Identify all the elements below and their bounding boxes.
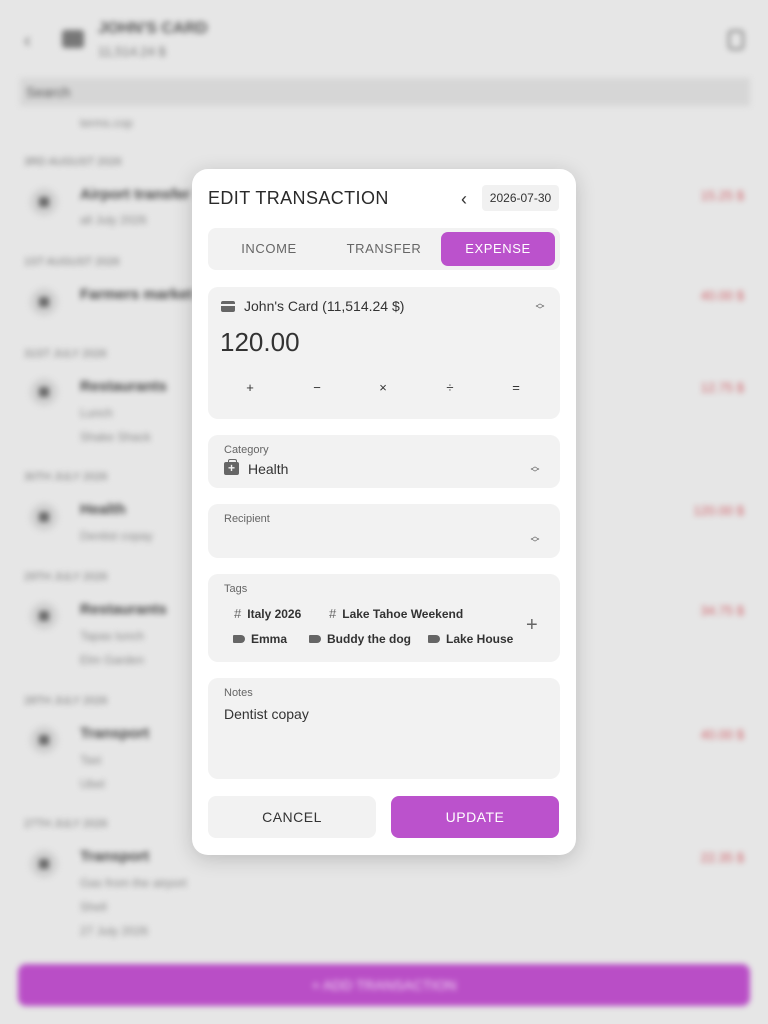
tag-name: Italy 2026 bbox=[247, 606, 302, 621]
equals-button[interactable]: = bbox=[496, 380, 536, 395]
category-icon bbox=[30, 726, 58, 754]
date-header: 27TH JULY 2026 bbox=[24, 818, 108, 830]
amount-section: John's Card (11,514.24 $) ︿ ﹀ 120.00 + − … bbox=[208, 287, 560, 419]
transaction-amount: 22.35 $ bbox=[700, 850, 744, 865]
amount-input[interactable]: 120.00 bbox=[220, 327, 300, 358]
transaction-detail: Dentist copay bbox=[80, 529, 153, 543]
tag-chip[interactable]: Buddy the dog bbox=[309, 632, 411, 646]
account-selector[interactable]: John's Card (11,514.24 $) bbox=[244, 298, 404, 314]
multiply-button[interactable]: × bbox=[363, 380, 403, 395]
account-balance: 11,514.24 $ bbox=[98, 44, 166, 59]
hashtag-icon: # bbox=[234, 606, 242, 621]
label-icon bbox=[233, 635, 245, 643]
expand-icon: ︿ ﹀ bbox=[530, 531, 540, 548]
transaction-detail: Elm Garden bbox=[80, 653, 145, 667]
tag-name: Lake Tahoe Weekend bbox=[342, 606, 464, 621]
tag-chip[interactable]: Emma bbox=[233, 632, 287, 646]
date-header: 28TH JULY 2026 bbox=[24, 695, 108, 707]
transaction-detail: 27 July 2026 bbox=[80, 924, 149, 938]
category-icon bbox=[30, 503, 58, 531]
transaction-detail: Gas from the airport bbox=[80, 876, 187, 890]
transaction-amount: 15.25 $ bbox=[700, 188, 744, 203]
credit-card-icon bbox=[221, 301, 235, 312]
notes-label: Notes bbox=[224, 687, 253, 699]
transaction-amount: 40.00 $ bbox=[700, 288, 744, 303]
transaction-type-selector: INCOME TRANSFER EXPENSE bbox=[208, 228, 560, 270]
date-header: 3RD AUGUST 2026 bbox=[24, 156, 122, 168]
transaction-detail: Shake Shack bbox=[80, 430, 151, 444]
date-picker[interactable]: 2026-07-30 bbox=[482, 185, 559, 211]
transaction-title[interactable]: Restaurants bbox=[80, 378, 167, 395]
transaction-title[interactable]: Farmers market bbox=[80, 286, 193, 303]
transaction-title[interactable]: Health bbox=[80, 501, 126, 518]
transaction-detail: Lunch bbox=[80, 406, 113, 420]
category-field[interactable]: Category Health ︿﹀ bbox=[208, 435, 560, 488]
category-icon bbox=[30, 378, 58, 406]
transaction-amount: 34.75 $ bbox=[700, 603, 744, 618]
date-header: 30TH JULY 2026 bbox=[24, 471, 108, 483]
label-icon bbox=[428, 635, 440, 643]
transaction-detail: Tapas lunch bbox=[80, 629, 145, 643]
recipient-field[interactable]: Recipient ︿ ﹀ bbox=[208, 504, 560, 558]
tag-name: Buddy the dog bbox=[327, 632, 411, 646]
transaction-detail: Taxi bbox=[80, 753, 102, 767]
category-icon bbox=[30, 188, 58, 216]
card-icon bbox=[62, 30, 84, 48]
previous-date-icon[interactable]: ‹ bbox=[454, 187, 474, 211]
cancel-button[interactable]: CANCEL bbox=[208, 796, 376, 838]
divide-button[interactable]: ÷ bbox=[430, 380, 470, 395]
tab-income[interactable]: INCOME bbox=[212, 232, 326, 266]
list-item-note: terms.cop bbox=[80, 116, 133, 130]
notes-input[interactable]: Dentist copay bbox=[224, 706, 309, 722]
tab-transfer[interactable]: TRANSFER bbox=[327, 232, 441, 266]
transaction-title[interactable]: Airport transfer bbox=[80, 186, 190, 203]
category-icon bbox=[30, 850, 58, 878]
update-button[interactable]: UPDATE bbox=[391, 796, 559, 838]
date-header: 29TH JULY 2026 bbox=[24, 571, 108, 583]
category-icon bbox=[30, 602, 58, 630]
transaction-amount: 120.00 $ bbox=[693, 503, 744, 518]
account-title: JOHN'S CARD bbox=[98, 20, 208, 37]
attachment-icon[interactable] bbox=[728, 30, 744, 50]
recipient-label: Recipient bbox=[224, 513, 270, 525]
expand-icon[interactable]: ︿ ﹀ bbox=[534, 299, 546, 316]
dialog-title: EDIT TRANSACTION bbox=[208, 188, 389, 208]
label-icon bbox=[309, 635, 321, 643]
date-header: 31ST JULY 2026 bbox=[24, 348, 107, 360]
notes-field[interactable]: Notes Dentist copay bbox=[208, 678, 560, 779]
hashtag-icon: # bbox=[329, 606, 337, 621]
expand-icon: ︿ ﹀ bbox=[530, 461, 540, 478]
transaction-detail: all July 2026 bbox=[80, 213, 147, 227]
transaction-title[interactable]: Restaurants bbox=[80, 601, 167, 618]
minus-button[interactable]: − bbox=[297, 380, 337, 395]
category-label: Category bbox=[224, 444, 269, 456]
tab-expense[interactable]: EXPENSE bbox=[441, 232, 555, 266]
tag-name: Lake House bbox=[446, 632, 514, 646]
add-transaction-label: + ADD TRANSACTION bbox=[311, 977, 457, 993]
transaction-detail: Ubel bbox=[80, 777, 105, 791]
transaction-amount: 12.75 $ bbox=[700, 380, 744, 395]
search-bar[interactable]: Search bbox=[20, 78, 750, 106]
search-placeholder: Search bbox=[26, 84, 71, 100]
tag-chip[interactable]: Lake House bbox=[428, 632, 513, 646]
tags-label: Tags bbox=[224, 583, 248, 595]
tag-name: Emma bbox=[251, 632, 288, 646]
transaction-detail: Shell bbox=[80, 900, 107, 914]
date-header: 1ST AUGUST 2026 bbox=[24, 256, 120, 268]
add-transaction-button[interactable]: + ADD TRANSACTION bbox=[18, 964, 750, 1006]
transaction-title[interactable]: Transport bbox=[80, 725, 149, 742]
category-value: Health bbox=[248, 461, 289, 477]
tag-chip[interactable]: # Italy 2026 bbox=[234, 606, 301, 621]
plus-button[interactable]: + bbox=[230, 380, 270, 395]
back-arrow-icon[interactable]: ‹ bbox=[24, 30, 31, 53]
tag-chip[interactable]: # Lake Tahoe Weekend bbox=[329, 606, 463, 621]
transaction-title[interactable]: Transport bbox=[80, 848, 149, 865]
medical-bag-icon bbox=[224, 459, 239, 475]
tags-field: Tags # Italy 2026 # Lake Tahoe Weekend Emm… bbox=[208, 574, 560, 662]
category-icon bbox=[30, 288, 58, 316]
add-tag-icon[interactable]: + bbox=[526, 614, 538, 637]
transaction-amount: 40.00 $ bbox=[700, 727, 744, 742]
edit-transaction-dialog: EDIT TRANSACTION ‹ 2026-07-30 INCOME TRA… bbox=[192, 169, 576, 855]
